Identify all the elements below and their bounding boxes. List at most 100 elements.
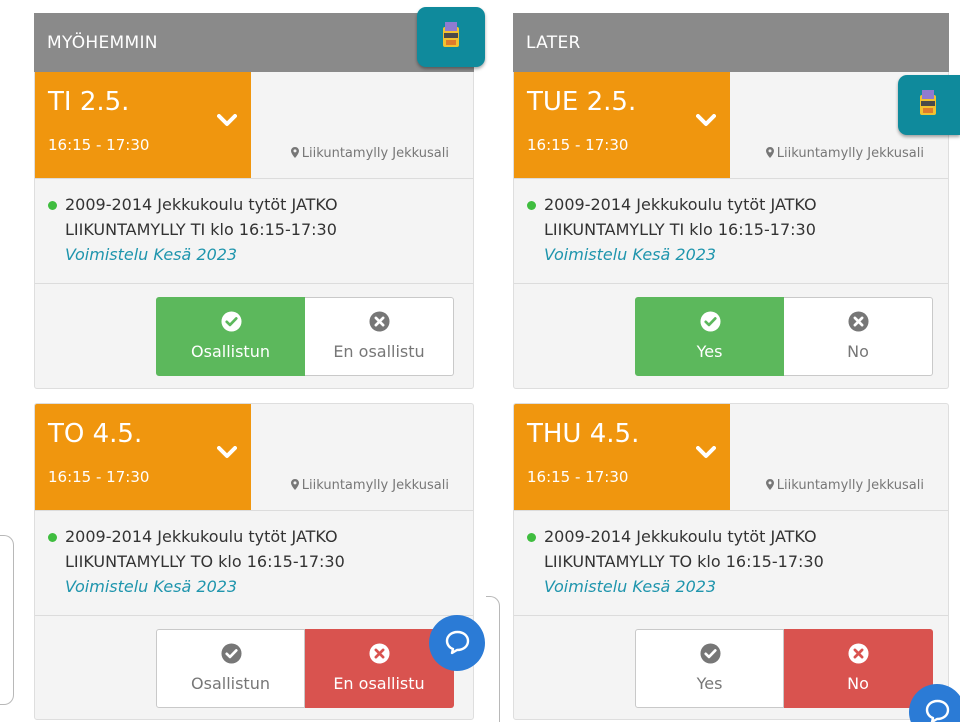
event-location: Liikuntamylly Jekkusali <box>290 478 449 493</box>
section-header: LATER <box>513 13 949 72</box>
divider <box>514 510 948 511</box>
right-panel: LATER TUE 2.5. 16:15 - 17:30 Liikuntamyl… <box>513 13 949 722</box>
divider <box>35 615 473 616</box>
chat-button[interactable] <box>429 615 485 671</box>
decline-label: En osallistu <box>333 342 425 361</box>
attend-button[interactable]: Osallistun <box>156 297 305 376</box>
decline-label: No <box>847 342 869 361</box>
event-season-link[interactable]: Voimistelu Kesä 2023 <box>48 242 448 267</box>
decline-button[interactable]: En osallistu <box>305 297 454 376</box>
x-circle-icon <box>369 643 390 664</box>
location-label: Liikuntamylly Jekkusali <box>301 478 449 493</box>
x-circle-icon <box>848 311 869 332</box>
chat-bubble-icon <box>445 630 470 655</box>
event-location: Liikuntamylly Jekkusali <box>765 478 924 493</box>
chat-bubble-icon <box>925 699 950 722</box>
event-location: Liikuntamylly Jekkusali <box>765 146 924 161</box>
x-circle-icon <box>848 643 869 664</box>
event-season-link[interactable]: Voimistelu Kesä 2023 <box>48 574 448 599</box>
event-card: TUE 2.5. 16:15 - 17:30 Liikuntamylly Jek… <box>513 72 949 389</box>
event-info: 2009-2014 Jekkukoulu tytöt JATKO LIIKUNT… <box>48 524 448 599</box>
map-pin-icon <box>290 479 299 490</box>
attend-label: Osallistun <box>191 342 270 361</box>
date-toggle[interactable]: TO 4.5. 16:15 - 17:30 <box>35 404 251 511</box>
check-circle-icon <box>221 311 242 332</box>
chevron-down-icon[interactable] <box>696 114 716 128</box>
event-info: 2009-2014 Jekkukoulu tytöt JATKO LIIKUNT… <box>527 524 927 599</box>
status-dot-icon <box>527 201 536 210</box>
attend-label: Osallistun <box>191 674 270 693</box>
attend-label: Yes <box>696 342 723 361</box>
club-logo-icon <box>920 90 936 115</box>
event-location: Liikuntamylly Jekkusali <box>290 146 449 161</box>
attendance-buttons: Osallistun En osallistu <box>156 297 454 376</box>
attendance-buttons: Yes No <box>635 297 933 376</box>
event-title-line1: 2009-2014 Jekkukoulu tytöt JATKO <box>544 527 817 546</box>
decline-button[interactable]: No <box>784 629 933 708</box>
map-pin-icon <box>290 147 299 158</box>
divider <box>35 510 473 511</box>
section-title: LATER <box>526 33 581 53</box>
event-time: 16:15 - 17:30 <box>48 136 150 154</box>
event-title-line1: 2009-2014 Jekkukoulu tytöt JATKO <box>544 195 817 214</box>
date-toggle[interactable]: TUE 2.5. 16:15 - 17:30 <box>514 72 730 178</box>
event-card: TI 2.5. 16:15 - 17:30 Liikuntamylly Jekk… <box>34 72 474 389</box>
event-time: 16:15 - 17:30 <box>527 136 629 154</box>
event-title-line2: LIIKUNTAMYLLY TI klo 16:15-17:30 <box>65 220 337 239</box>
check-circle-icon <box>700 643 721 664</box>
scroll-edge-indicator <box>486 596 500 722</box>
section-title: MYÖHEMMIN <box>47 33 158 53</box>
section-header: MYÖHEMMIN <box>34 13 474 72</box>
chevron-down-icon[interactable] <box>696 446 716 460</box>
status-dot-icon <box>527 533 536 542</box>
chevron-down-icon[interactable] <box>217 446 237 460</box>
location-label: Liikuntamylly Jekkusali <box>301 146 449 161</box>
divider <box>514 615 948 616</box>
divider <box>35 283 473 284</box>
event-title-line1: 2009-2014 Jekkukoulu tytöt JATKO <box>65 527 338 546</box>
attendance-buttons: Osallistun En osallistu <box>156 629 454 708</box>
attend-button[interactable]: Yes <box>635 629 784 708</box>
divider <box>514 178 948 179</box>
attend-label: Yes <box>696 674 723 693</box>
decline-label: No <box>847 674 869 693</box>
attendance-buttons: Yes No <box>635 629 933 708</box>
attend-button[interactable]: Osallistun <box>156 629 305 708</box>
divider <box>514 283 948 284</box>
event-date: TUE 2.5. <box>527 87 637 117</box>
event-time: 16:15 - 17:30 <box>527 468 629 486</box>
location-label: Liikuntamylly Jekkusali <box>776 146 924 161</box>
event-date: THU 4.5. <box>527 419 640 449</box>
event-card: THU 4.5. 16:15 - 17:30 Liikuntamylly Jek… <box>513 403 949 720</box>
scroll-edge-indicator <box>0 535 14 705</box>
event-date: TI 2.5. <box>48 87 130 117</box>
date-toggle[interactable]: TI 2.5. 16:15 - 17:30 <box>35 72 251 178</box>
status-dot-icon <box>48 201 57 210</box>
event-date: TO 4.5. <box>48 419 143 449</box>
event-season-link[interactable]: Voimistelu Kesä 2023 <box>527 242 927 267</box>
event-info: 2009-2014 Jekkukoulu tytöt JATKO LIIKUNT… <box>527 192 927 267</box>
decline-button[interactable]: No <box>784 297 933 376</box>
location-label: Liikuntamylly Jekkusali <box>776 478 924 493</box>
divider <box>35 178 473 179</box>
x-circle-icon <box>369 311 390 332</box>
map-pin-icon <box>765 147 774 158</box>
event-title-line2: LIIKUNTAMYLLY TO klo 16:15-17:30 <box>544 552 824 571</box>
event-season-link[interactable]: Voimistelu Kesä 2023 <box>527 574 927 599</box>
club-logo-icon <box>443 22 459 47</box>
club-logo-button[interactable] <box>417 7 485 67</box>
check-circle-icon <box>700 311 721 332</box>
club-logo-button[interactable] <box>898 75 960 135</box>
event-title-line1: 2009-2014 Jekkukoulu tytöt JATKO <box>65 195 338 214</box>
chevron-down-icon[interactable] <box>217 114 237 128</box>
map-pin-icon <box>765 479 774 490</box>
event-time: 16:15 - 17:30 <box>48 468 150 486</box>
attend-button[interactable]: Yes <box>635 297 784 376</box>
event-title-line2: LIIKUNTAMYLLY TO klo 16:15-17:30 <box>65 552 345 571</box>
check-circle-icon <box>221 643 242 664</box>
status-dot-icon <box>48 533 57 542</box>
date-toggle[interactable]: THU 4.5. 16:15 - 17:30 <box>514 404 730 511</box>
left-panel: MYÖHEMMIN TI 2.5. 16:15 - 17:30 Liikunta… <box>34 13 474 722</box>
event-info: 2009-2014 Jekkukoulu tytöt JATKO LIIKUNT… <box>48 192 448 267</box>
event-title-line2: LIIKUNTAMYLLY TI klo 16:15-17:30 <box>544 220 816 239</box>
